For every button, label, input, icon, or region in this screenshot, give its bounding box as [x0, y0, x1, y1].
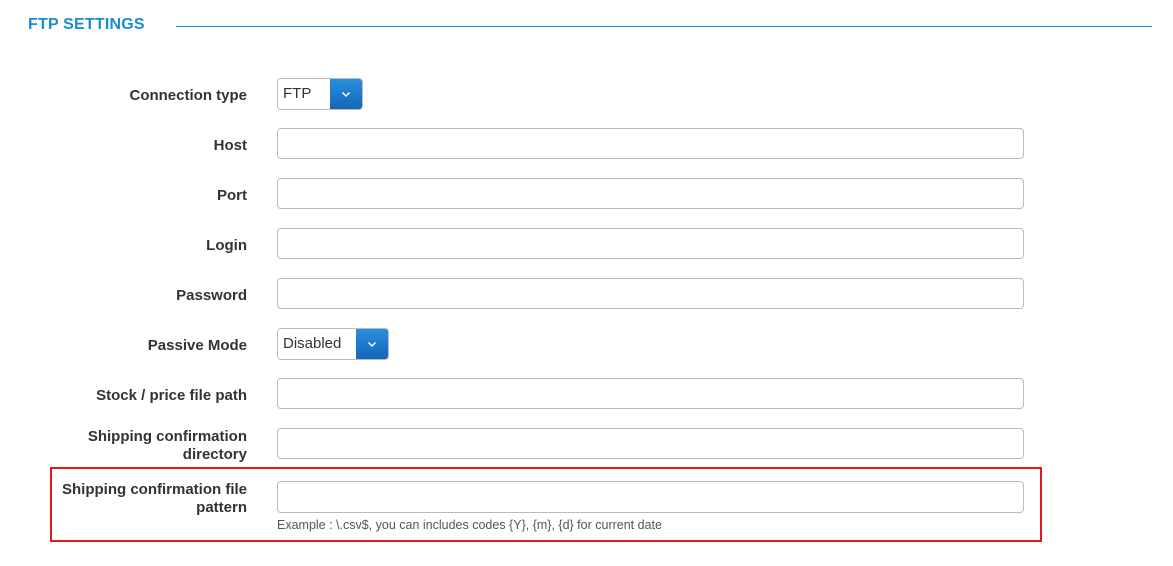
connection-type-select[interactable]: FTP	[277, 78, 363, 110]
login-label: Login	[206, 237, 247, 254]
section-title: FTP SETTINGS	[28, 16, 145, 33]
host-input[interactable]	[277, 128, 1024, 159]
password-label: Password	[176, 287, 247, 304]
stock-price-path-label: Stock / price file path	[96, 387, 247, 404]
shipping-directory-input[interactable]	[277, 428, 1024, 459]
stock-price-path-input[interactable]	[277, 378, 1024, 409]
connection-type-label: Connection type	[129, 87, 247, 104]
password-input[interactable]	[277, 278, 1024, 309]
port-input[interactable]	[277, 178, 1024, 209]
highlight-box	[50, 467, 1042, 542]
passive-mode-label: Passive Mode	[147, 337, 247, 354]
login-input[interactable]	[277, 228, 1024, 259]
port-label: Port	[217, 187, 247, 204]
connection-type-value: FTP	[283, 85, 312, 102]
passive-mode-select[interactable]: Disabled	[277, 328, 389, 360]
chevron-down-icon[interactable]	[330, 79, 362, 109]
chevron-down-icon[interactable]	[356, 329, 388, 359]
passive-mode-value: Disabled	[283, 335, 342, 352]
section-header: FTP SETTINGS	[28, 16, 1152, 38]
host-label: Host	[213, 137, 247, 154]
shipping-directory-label: Shipping confirmation directory	[87, 428, 247, 463]
section-divider	[176, 26, 1152, 27]
